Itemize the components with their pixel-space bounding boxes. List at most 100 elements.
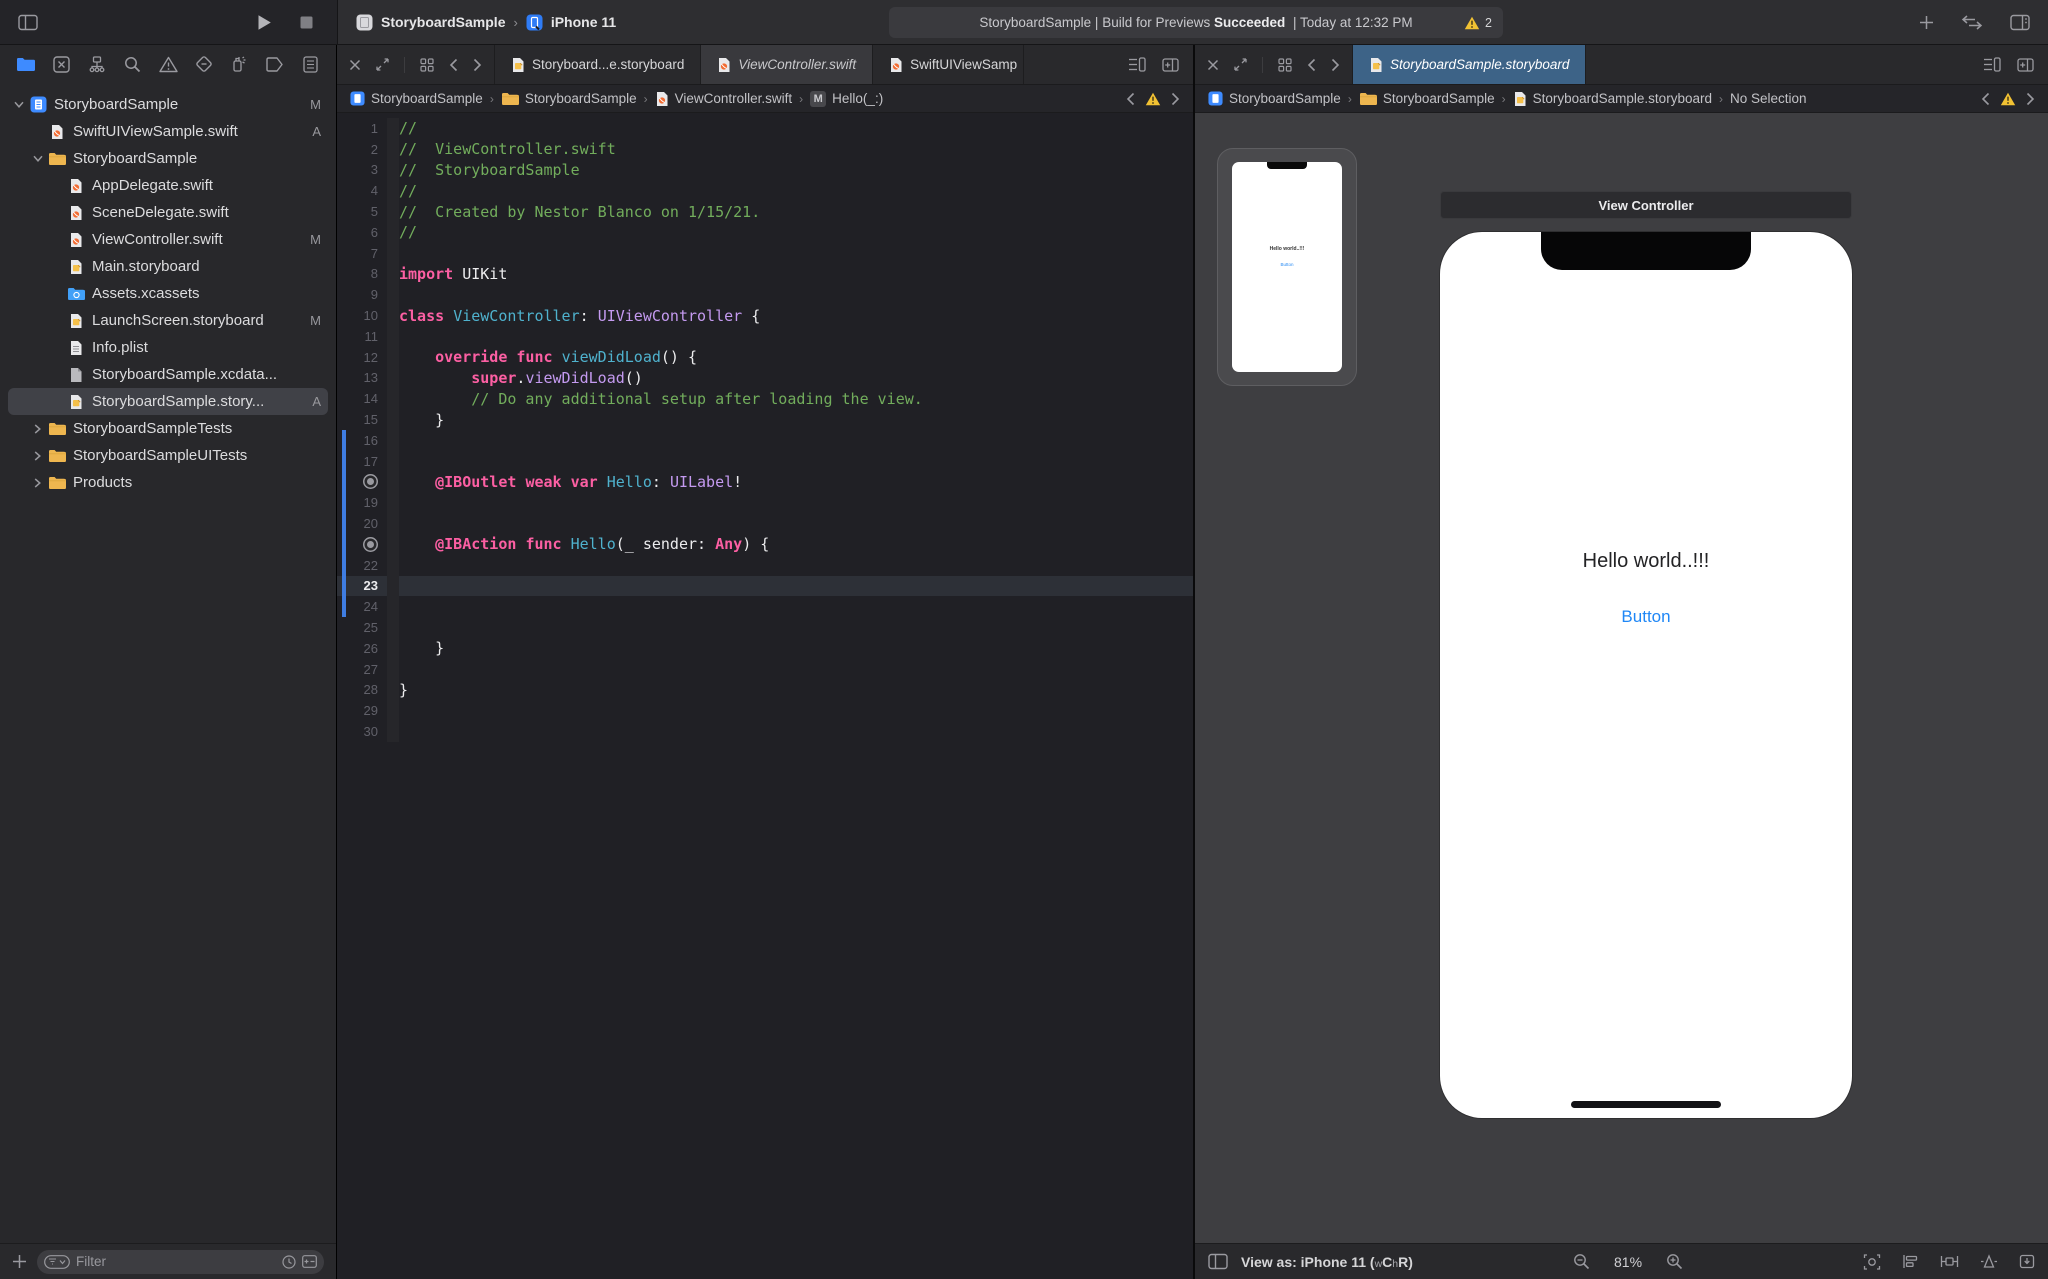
tab-storyboard-e-storyboard[interactable]: Storyboard...e.storyboard (494, 45, 700, 84)
add-file-button[interactable] (12, 1254, 27, 1269)
code-line-10[interactable]: 10 class ViewController: UIViewControlle… (337, 305, 1193, 326)
source-code-editor[interactable]: 1 // 2 // ViewController.swift 3 // Stor… (337, 113, 1193, 1279)
breadcrumb-item[interactable]: StoryboardSample (1208, 91, 1341, 106)
breadcrumb-item[interactable]: StoryboardSample.storyboard (1513, 91, 1712, 107)
code-line-3[interactable]: 3 // StoryboardSample (337, 160, 1193, 181)
related-items-icon[interactable] (420, 58, 434, 72)
tab-swiftuiviewsamp[interactable]: SwiftUIViewSamp (872, 45, 1024, 84)
file-row-assets-xcassets[interactable]: Assets.xcassets (0, 280, 336, 307)
library-button[interactable] (1919, 15, 1934, 30)
maximize-editor-icon[interactable] (376, 58, 389, 71)
run-button[interactable] (257, 14, 272, 31)
file-row-storyboardsample[interactable]: StoryboardSample M (0, 91, 336, 118)
scene-thumbnail[interactable]: Hello world..!!! Button (1217, 148, 1357, 386)
zoom-out-icon[interactable] (1573, 1253, 1590, 1270)
file-row-storyboardsample-xcdata-[interactable]: StoryboardSample.xcdata... (0, 361, 336, 388)
iphone-device-canvas[interactable]: Hello world..!!! Button (1440, 232, 1852, 1118)
code-line-28[interactable]: 28 } (337, 680, 1193, 701)
breadcrumb-item[interactable]: ViewController.swift (655, 91, 793, 107)
code-line-26[interactable]: 26 } (337, 638, 1193, 659)
view-controller-header[interactable]: View Controller (1440, 191, 1852, 219)
ib-connection-icon[interactable] (367, 541, 374, 548)
navigator-tab-debug[interactable] (226, 51, 252, 77)
storyboard-canvas[interactable]: Hello world..!!! Button View Controller … (1195, 113, 2048, 1243)
chevron-down-icon[interactable] (29, 155, 46, 162)
code-line-11[interactable]: 11 (337, 326, 1193, 347)
recent-files-icon[interactable] (282, 1255, 296, 1269)
navigator-tab-find[interactable] (120, 51, 146, 77)
forward-button[interactable] (473, 58, 482, 72)
code-line-21[interactable]: @IBAction func Hello(_ sender: Any) { (337, 534, 1193, 555)
code-line-25[interactable]: 25 (337, 617, 1193, 638)
chevron-down-icon[interactable] (10, 101, 27, 108)
code-line-7[interactable]: 7 (337, 243, 1193, 264)
editor-options-icon[interactable] (1983, 57, 2001, 72)
navigator-tab-breakpoints[interactable] (262, 51, 288, 77)
stop-button[interactable] (300, 16, 313, 29)
file-row-products[interactable]: Products (0, 469, 336, 496)
breadcrumb-item[interactable]: StoryboardSample (501, 91, 637, 106)
file-row-storyboardsampletests[interactable]: StoryboardSampleTests (0, 415, 336, 442)
back-button[interactable] (1307, 58, 1316, 72)
code-line-29[interactable]: 29 (337, 700, 1193, 721)
code-line-30[interactable]: 30 (337, 721, 1193, 742)
ib-connection-icon[interactable] (367, 478, 374, 485)
code-line-20[interactable]: 20 (337, 513, 1193, 534)
editor-swap-icon[interactable] (1961, 15, 1983, 30)
navigator-tab-source-control[interactable] (49, 51, 75, 77)
code-line-14[interactable]: 14 // Do any additional setup after load… (337, 388, 1193, 409)
embed-icon[interactable] (2019, 1254, 2035, 1269)
filter-field[interactable] (37, 1250, 324, 1274)
forward-button[interactable] (1331, 58, 1340, 72)
code-line-17[interactable]: 17 (337, 451, 1193, 472)
file-row-viewcontroller-swift[interactable]: ViewController.swift M (0, 226, 336, 253)
code-line-5[interactable]: 5 // Created by Nestor Blanco on 1/15/21… (337, 201, 1193, 222)
back-button[interactable] (449, 58, 458, 72)
prev-issue-icon[interactable] (1126, 92, 1135, 106)
align-icon[interactable] (1902, 1254, 1919, 1269)
zoom-level[interactable]: 81% (1614, 1254, 1642, 1270)
code-line-27[interactable]: 27 (337, 659, 1193, 680)
code-line-8[interactable]: 8 import UIKit (337, 264, 1193, 285)
navigator-toggle-icon[interactable] (18, 14, 38, 31)
resolve-autolayout-icon[interactable] (1980, 1254, 1998, 1269)
scheme-project-label[interactable]: StoryboardSample (381, 14, 505, 30)
scheme-selector[interactable]: StoryboardSample › iPhone 11 (356, 14, 616, 31)
tab-storyboardsample-storyboard[interactable]: StoryboardSample.storyboard (1352, 45, 1586, 84)
file-row-main-storyboard[interactable]: Main.storyboard (0, 253, 336, 280)
related-items-icon[interactable] (1278, 58, 1292, 72)
hello-label[interactable]: Hello world..!!! (1440, 550, 1852, 573)
navigator-tab-symbols[interactable] (84, 51, 110, 77)
code-line-9[interactable]: 9 (337, 284, 1193, 305)
chevron-right-icon[interactable] (29, 478, 46, 488)
chevron-right-icon[interactable] (29, 451, 46, 461)
file-row-swiftuiviewsample-swift[interactable]: SwiftUIViewSample.swift A (0, 118, 336, 145)
code-line-24[interactable]: 24 (337, 596, 1193, 617)
breadcrumb-item[interactable]: StoryboardSample (1359, 91, 1495, 106)
maximize-editor-icon[interactable] (1234, 58, 1247, 71)
close-editor-icon[interactable] (1207, 59, 1219, 71)
code-line-19[interactable]: 19 (337, 492, 1193, 513)
editor-options-icon[interactable] (1128, 57, 1146, 72)
ui-button[interactable]: Button (1440, 607, 1852, 627)
source-control-filter-icon[interactable] (302, 1255, 317, 1268)
file-row-storyboardsampleuitests[interactable]: StoryboardSampleUITests (0, 442, 336, 469)
file-row-launchscreen-storyboard[interactable]: LaunchScreen.storyboard M (0, 307, 336, 334)
next-issue-icon[interactable] (2026, 92, 2035, 106)
view-as-label[interactable]: View as: iPhone 11 (wC hR) (1241, 1254, 1413, 1270)
activity-status-bar[interactable]: StoryboardSample | Build for Previews Su… (889, 7, 1503, 38)
scheme-destination-label[interactable]: iPhone 11 (551, 14, 616, 30)
zoom-in-icon[interactable] (1666, 1253, 1683, 1270)
filter-scope-icon[interactable] (44, 1255, 70, 1269)
code-line-13[interactable]: 13 super.viewDidLoad() (337, 368, 1193, 389)
inspector-toggle-icon[interactable] (2010, 14, 2030, 31)
breadcrumb-item[interactable]: No Selection (1730, 91, 1807, 106)
issue-warning-icon[interactable] (2000, 92, 2016, 106)
code-line-1[interactable]: 1 // (337, 118, 1193, 139)
add-editor-icon[interactable] (2017, 58, 2034, 72)
file-row-storyboardsample-story-[interactable]: StoryboardSample.story... A (0, 388, 336, 415)
chevron-right-icon[interactable] (29, 424, 46, 434)
code-line-23[interactable]: 23 (337, 576, 1193, 597)
navigator-tab-tests[interactable] (191, 51, 217, 77)
file-row-info-plist[interactable]: Info.plist (0, 334, 336, 361)
